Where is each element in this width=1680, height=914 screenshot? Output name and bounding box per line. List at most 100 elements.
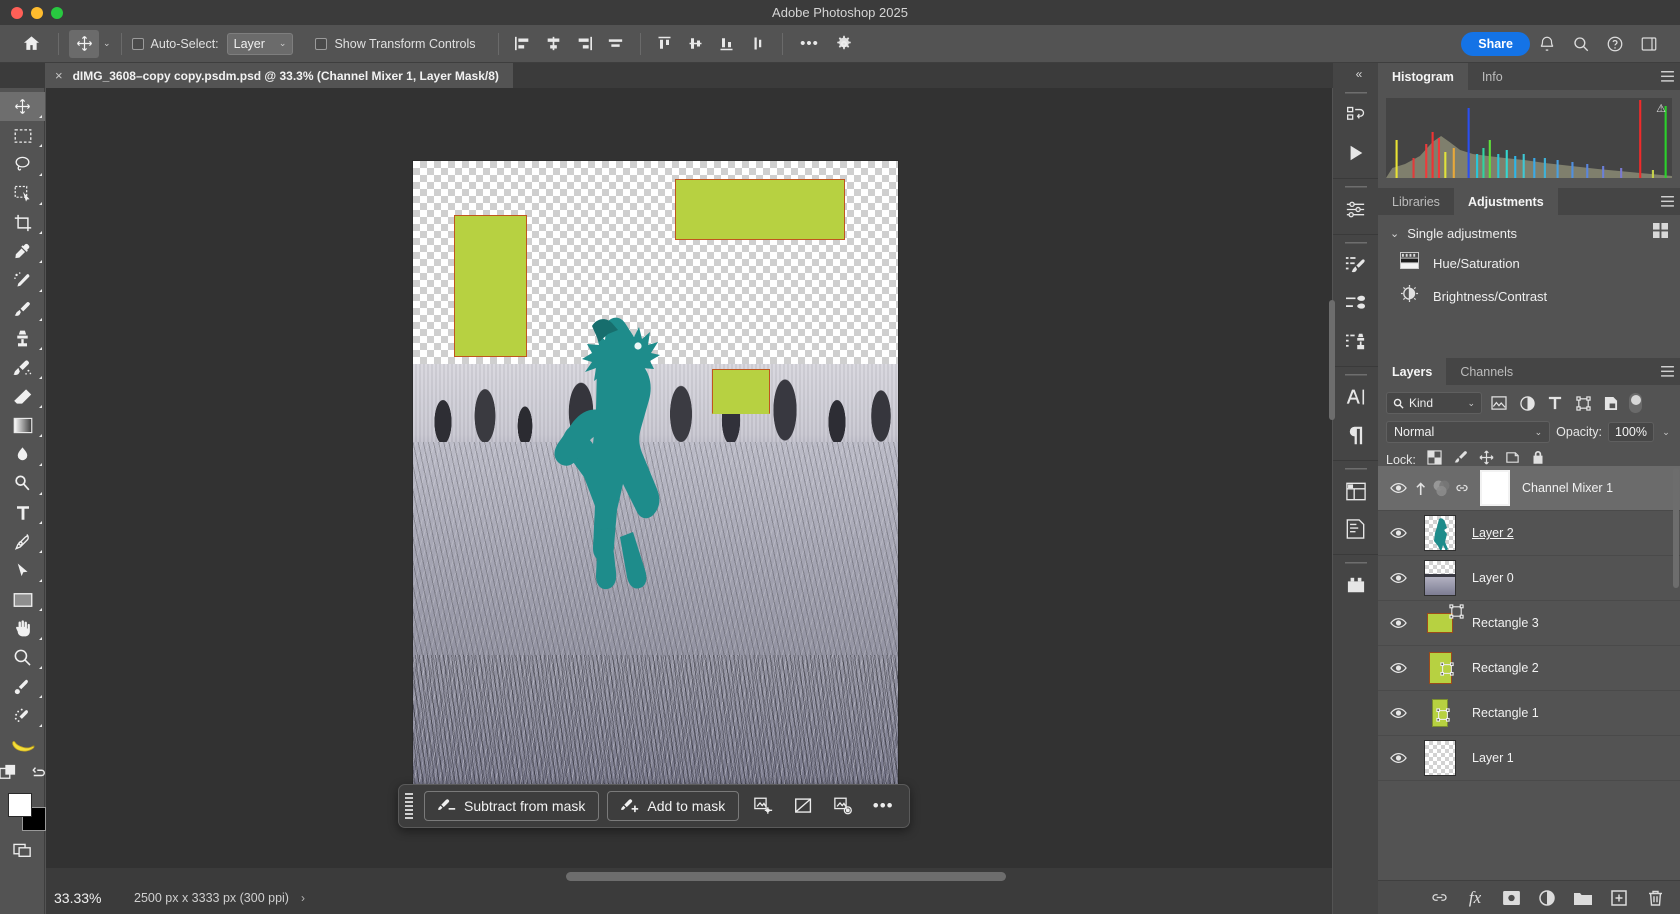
layer-comps-icon[interactable] xyxy=(1333,472,1378,510)
canvas-horizontal-scrollbar[interactable] xyxy=(566,872,1006,881)
tab-layers[interactable]: Layers xyxy=(1378,358,1446,385)
zoom-level[interactable]: 33.33% xyxy=(46,890,124,906)
new-layer-icon[interactable] xyxy=(1610,887,1628,909)
add-to-mask-button[interactable]: Add to mask xyxy=(607,791,739,821)
link-mask-icon[interactable] xyxy=(1452,481,1472,495)
maximize-window-button[interactable] xyxy=(51,7,63,19)
opacity-chevron-down-icon[interactable]: ⌄ xyxy=(1660,427,1672,438)
bell-icon[interactable] xyxy=(1530,29,1564,59)
layer-name[interactable]: Channel Mixer 1 xyxy=(1522,481,1613,495)
grid-view-icon[interactable] xyxy=(1653,223,1668,243)
dodge-tool[interactable] xyxy=(0,469,45,498)
rail-drag-dots[interactable] xyxy=(1333,465,1378,472)
show-transform-controls-checkbox[interactable] xyxy=(315,38,327,50)
tab-adjustments[interactable]: Adjustments xyxy=(1454,188,1558,215)
status-expand-arrow-icon[interactable]: › xyxy=(289,891,317,905)
adjustment-hue-saturation[interactable]: Hue/Saturation xyxy=(1378,247,1680,279)
distribute-horizontal-icon[interactable] xyxy=(602,31,630,57)
add-layer-mask-icon[interactable] xyxy=(1502,887,1520,909)
tab-libraries[interactable]: Libraries xyxy=(1378,188,1454,215)
close-document-icon[interactable]: × xyxy=(55,68,63,83)
zoom-tool[interactable] xyxy=(0,643,45,672)
layer-list[interactable]: Channel Mixer 1 Layer 2 xyxy=(1378,466,1680,862)
canvas-rectangle-2[interactable] xyxy=(675,179,845,240)
tool-preset-chevron-down-icon[interactable]: ⌄ xyxy=(103,38,111,49)
layer-visibility-icon[interactable] xyxy=(1384,482,1412,494)
cached-data-warning-icon[interactable]: ⚠ xyxy=(1656,102,1666,115)
auto-select-dropdown[interactable]: Layer ⌄ xyxy=(227,33,294,55)
layer-thumbnail[interactable] xyxy=(1412,515,1468,551)
close-window-button[interactable] xyxy=(11,7,23,19)
gear-icon[interactable] xyxy=(827,29,861,59)
move-tool[interactable] xyxy=(0,92,45,121)
layer-thumbnail[interactable] xyxy=(1412,613,1468,633)
hand-tool[interactable] xyxy=(0,614,45,643)
align-left-edges-icon[interactable] xyxy=(509,31,537,57)
type-tool[interactable] xyxy=(0,498,45,527)
color-palette-tool[interactable] xyxy=(0,701,45,730)
brush-tool[interactable] xyxy=(0,295,45,324)
contextual-task-bar[interactable]: Subtract from mask Add to mask ••• xyxy=(398,784,910,828)
banana-tool[interactable] xyxy=(0,730,45,759)
taskbar-drag-handle[interactable] xyxy=(405,793,413,819)
vector-mask-icon[interactable] xyxy=(1436,708,1450,727)
lasso-tool[interactable] xyxy=(0,150,45,179)
link-layers-icon[interactable] xyxy=(1430,887,1448,909)
shape-layers-filter-icon[interactable] xyxy=(1572,392,1594,414)
layer-row-rectangle-2[interactable]: Rectangle 2 xyxy=(1378,646,1680,691)
tab-histogram[interactable]: Histogram xyxy=(1378,63,1468,90)
pen-tool[interactable] xyxy=(0,527,45,556)
layer-name[interactable]: Layer 1 xyxy=(1472,751,1514,765)
adjustment-brightness-contrast[interactable]: Brightness/Contrast xyxy=(1378,279,1680,313)
rail-drag-dots[interactable] xyxy=(1333,559,1378,566)
align-right-edges-icon[interactable] xyxy=(571,31,599,57)
canvas-rectangle-3[interactable] xyxy=(454,215,527,357)
notes-icon[interactable] xyxy=(1333,510,1378,548)
rectangle-tool[interactable] xyxy=(0,585,45,614)
layer-name[interactable]: Layer 0 xyxy=(1472,571,1514,585)
canvas-rectangle-1[interactable] xyxy=(712,369,770,414)
type-layers-filter-icon[interactable] xyxy=(1544,392,1566,414)
channel-mixer-thumbnail-icon[interactable] xyxy=(1430,479,1452,498)
layer-row-rectangle-1[interactable]: Rectangle 1 xyxy=(1378,691,1680,736)
paragraph-icon[interactable] xyxy=(1333,416,1378,454)
properties-icon[interactable] xyxy=(1333,190,1378,228)
layer-name[interactable]: Rectangle 2 xyxy=(1472,661,1539,675)
character-icon[interactable] xyxy=(1333,378,1378,416)
layer-style-fx-icon[interactable]: fx xyxy=(1466,887,1484,909)
brushes-icon[interactable] xyxy=(1333,284,1378,322)
panel-menu-icon[interactable] xyxy=(1654,358,1680,385)
smart-object-filter-icon[interactable] xyxy=(1600,392,1622,414)
layer-row-layer-2[interactable]: Layer 2 xyxy=(1378,511,1680,556)
layer-thumbnail[interactable] xyxy=(1412,652,1468,684)
history-icon[interactable] xyxy=(1333,96,1378,134)
minimize-window-button[interactable] xyxy=(31,7,43,19)
brush-settings-icon[interactable] xyxy=(1333,246,1378,284)
blur-tool[interactable] xyxy=(0,440,45,469)
canvas-area[interactable]: Subtract from mask Add to mask ••• xyxy=(46,88,1332,868)
subtract-from-mask-button[interactable]: Subtract from mask xyxy=(424,791,599,821)
layer-row-channel-mixer-1[interactable]: Channel Mixer 1 xyxy=(1378,466,1680,511)
new-adjustment-layer-icon[interactable] xyxy=(1538,887,1556,909)
layer-visibility-icon[interactable] xyxy=(1384,527,1412,539)
panel-menu-icon[interactable] xyxy=(1654,63,1680,90)
rectangular-marquee-tool[interactable] xyxy=(0,121,45,150)
vector-mask-icon[interactable] xyxy=(1440,662,1454,681)
align-vertical-centers-icon[interactable] xyxy=(682,31,710,57)
vector-mask-icon[interactable] xyxy=(1449,604,1464,624)
single-adjustments-header[interactable]: ⌄ Single adjustments xyxy=(1378,215,1680,247)
rail-drag-dots[interactable] xyxy=(1333,239,1378,246)
layer-visibility-icon[interactable] xyxy=(1384,707,1412,719)
distribute-vertical-icon[interactable] xyxy=(744,31,772,57)
object-selection-tool[interactable] xyxy=(0,179,45,208)
home-icon[interactable] xyxy=(14,29,48,59)
new-group-icon[interactable] xyxy=(1574,887,1592,909)
pixel-layers-filter-icon[interactable] xyxy=(1488,392,1510,414)
layer-name[interactable]: Layer 2 xyxy=(1472,526,1514,540)
share-button[interactable]: Share xyxy=(1461,32,1530,56)
move-tool-icon[interactable] xyxy=(69,30,99,58)
eyedropper-tool[interactable] xyxy=(0,237,45,266)
histogram-graph[interactable]: ⚠ xyxy=(1386,98,1672,178)
workspace-icon[interactable] xyxy=(1632,29,1666,59)
layer-mask-thumbnail[interactable] xyxy=(1472,470,1518,506)
